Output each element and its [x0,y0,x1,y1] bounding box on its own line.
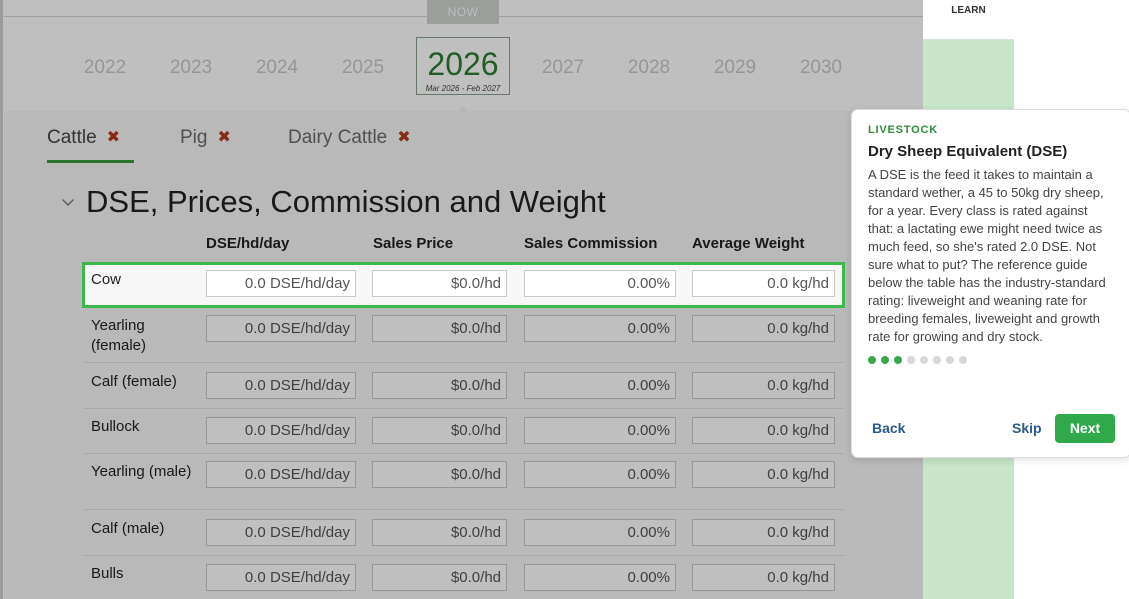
learn-button[interactable]: LEARN [923,0,1014,40]
progress-dot [946,356,954,364]
tour-backdrop [0,262,82,308]
tour-backdrop [0,308,923,599]
skip-button[interactable]: Skip [1012,420,1042,436]
progress-dot [907,356,915,364]
tour-body: A DSE is the feed it takes to maintain a… [868,167,1106,344]
progress-dot [881,356,889,364]
next-button[interactable]: Next [1055,414,1115,443]
tour-progress [868,356,1114,364]
tour-backdrop [0,0,923,262]
tour-title: Dry Sheep Equivalent (DSE) [868,143,1068,160]
window-edge [0,0,3,599]
progress-dot [959,356,967,364]
progress-dot [920,356,928,364]
tour-tooltip: LIVESTOCK Dry Sheep Equivalent (DSE) A D… [851,109,1129,458]
progress-dot [894,356,902,364]
progress-dot [933,356,941,364]
back-button[interactable]: Back [872,420,905,436]
progress-dot [868,356,876,364]
tour-spotlight [82,262,845,308]
tour-eyebrow: LIVESTOCK [868,124,938,136]
